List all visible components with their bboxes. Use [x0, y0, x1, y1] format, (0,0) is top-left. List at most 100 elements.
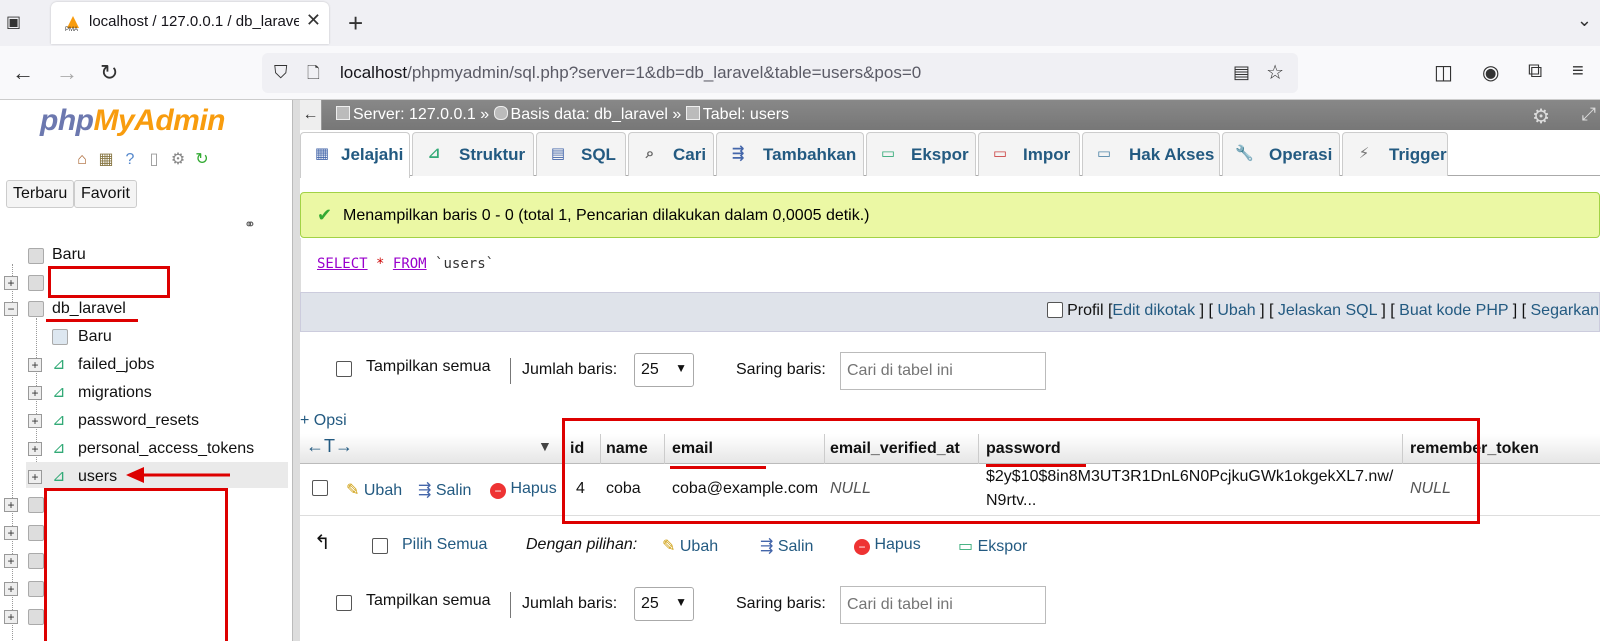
tree-item-db[interactable]: + [2, 578, 44, 602]
tree-item-db[interactable]: + [2, 550, 44, 574]
expand-icon[interactable]: + [28, 358, 42, 372]
browser-tab[interactable]: PMA localhost / 127.0.0.1 / db_laravel ✕ [51, 2, 329, 44]
account-icon[interactable]: ◉ [1482, 60, 1499, 85]
options-link[interactable]: + Opsi [300, 412, 347, 430]
url-bar[interactable]: ⛉ 🗋 localhost/phpmyadmin/sql.php?server=… [262, 53, 1298, 93]
tree-item-table[interactable]: + ⊿ personal_access_tokens [26, 438, 286, 462]
with-selected-label: Dengan pilihan: [526, 536, 638, 553]
column-arrows-icon[interactable]: ←T→ [306, 436, 353, 457]
bulk-delete-button[interactable]: − Hapus [854, 536, 921, 555]
tree-item-table[interactable]: + ⊿ failed_jobs [26, 354, 276, 378]
tab-list-icon[interactable]: ▣ [6, 12, 28, 32]
profiling-checkbox[interactable] [1046, 302, 1063, 318]
expand-icon[interactable]: + [4, 610, 18, 624]
row-copy-button[interactable]: ⇶ Salin [418, 480, 471, 500]
docs-icon[interactable]: ▯ [144, 150, 164, 170]
tree-item-db[interactable]: + [2, 522, 44, 546]
tree-item-table[interactable]: + ⊿ migrations [26, 382, 276, 406]
phpmyadmin-logo[interactable]: phpMyAdmin [40, 104, 225, 138]
filter-rows-input[interactable] [840, 586, 1046, 624]
filter-rows-input[interactable] [840, 352, 1046, 390]
create-php-code-link[interactable]: Buat kode PHP [1399, 302, 1508, 319]
tab-import[interactable]: ▭ Impor [978, 132, 1080, 176]
server-icon [336, 106, 350, 120]
show-all-checkbox[interactable] [336, 361, 352, 377]
trigger-icon: ⚡ [1358, 145, 1370, 162]
tab-operations[interactable]: 🔧 Operasi [1222, 132, 1340, 176]
favorites-button[interactable]: Favorit [74, 180, 137, 208]
breadcrumb-server[interactable]: Server: 127.0.0.1 » [353, 106, 489, 123]
tab-insert[interactable]: ⇶ Tambahkan [716, 132, 864, 176]
row-checkbox[interactable] [312, 480, 328, 496]
close-tab-icon[interactable]: ✕ [306, 10, 321, 31]
tab-structure[interactable]: ⊿ Struktur [412, 132, 534, 176]
new-table-icon [52, 329, 68, 345]
row-delete-button[interactable]: − Hapus [490, 480, 557, 499]
expand-icon[interactable]: + [28, 414, 42, 428]
logout-icon[interactable]: ▦ [96, 150, 116, 170]
explain-sql-link[interactable]: Jelaskan SQL [1278, 302, 1377, 319]
extensions-icon[interactable]: ⧉ [1528, 60, 1542, 83]
divider [510, 592, 511, 618]
tab-export[interactable]: ▭ Ekspor [866, 132, 976, 176]
show-all-label[interactable]: Tampilkan semua [366, 358, 491, 376]
expand-icon[interactable]: ⤢ [1582, 104, 1596, 125]
show-all-label[interactable]: Tampilkan semua [366, 592, 491, 610]
new-tab-icon[interactable]: + [348, 8, 363, 39]
url-text[interactable]: localhost/phpmyadmin/sql.php?server=1&db… [340, 63, 921, 83]
gear-icon[interactable]: ⚙ [1532, 104, 1550, 129]
expand-icon[interactable]: + [28, 470, 42, 484]
forward-icon[interactable]: → [56, 60, 78, 86]
expand-icon[interactable]: + [28, 386, 42, 400]
tab-privileges[interactable]: ▭ Hak Akses [1082, 132, 1220, 176]
rows-select[interactable]: 25 ▼ [634, 353, 694, 387]
select-all-label[interactable]: Pilih Semua [402, 536, 487, 554]
expand-icon[interactable]: + [4, 498, 18, 512]
breadcrumb-table[interactable]: Tabel: users [703, 106, 789, 123]
reader-view-icon[interactable]: ▤ [1233, 62, 1250, 83]
home-icon[interactable]: ⌂ [72, 150, 92, 170]
tree-item-db[interactable]: + [2, 606, 44, 630]
tab-sql[interactable]: ▤ SQL [536, 132, 626, 176]
refresh-link[interactable]: Segarkan [1531, 302, 1600, 319]
gear-icon[interactable]: ⚙ [168, 150, 188, 170]
edit-link[interactable]: Ubah [1217, 302, 1255, 319]
menu-icon[interactable]: ≡ [1572, 60, 1584, 83]
back-icon[interactable]: ← [12, 60, 34, 86]
collapse-sidebar-icon[interactable]: ← [300, 100, 322, 130]
reload-icon[interactable]: ↻ [100, 60, 118, 86]
sidebar-resizer[interactable] [292, 100, 300, 641]
sort-dropdown-icon[interactable]: ▼ [538, 438, 552, 454]
tree-item-table[interactable]: + ⊿ password_resets [26, 410, 276, 434]
expand-icon[interactable]: + [4, 554, 18, 568]
expand-icon[interactable]: + [4, 582, 18, 596]
pocket-icon[interactable]: ◫ [1434, 60, 1453, 85]
refresh-icon[interactable]: ↻ [192, 150, 212, 170]
tree-item-db[interactable]: + [2, 494, 44, 518]
expand-icon[interactable]: + [4, 526, 18, 540]
show-all-checkbox[interactable] [336, 595, 352, 611]
expand-icon[interactable]: + [4, 276, 18, 290]
expand-icon[interactable]: + [28, 442, 42, 456]
edit-inline-link[interactable]: Edit dikotak [1112, 302, 1195, 319]
row-edit-button[interactable]: ✎ Ubah [346, 480, 402, 500]
bulk-edit-button[interactable]: ✎ Ubah [662, 536, 718, 556]
tree-item-db[interactable]: + [2, 272, 44, 296]
bulk-export-button[interactable]: ▭ Ekspor [958, 536, 1027, 556]
link-icon[interactable]: ⚭ [244, 216, 256, 233]
recent-button[interactable]: Terbaru [6, 180, 75, 208]
shield-icon[interactable]: ⛉ [274, 62, 288, 83]
tab-triggers[interactable]: ⚡ Trigger [1342, 132, 1448, 176]
sql-query[interactable]: SELECT * FROM `users` [317, 256, 494, 272]
tab-browse[interactable]: ▦ Jelajahi [300, 132, 410, 178]
breadcrumb-database[interactable]: Basis data: db_laravel » [511, 106, 682, 123]
tab-search[interactable]: ⌕ Cari [628, 132, 714, 176]
select-all-checkbox[interactable] [372, 538, 388, 554]
chevron-down-icon[interactable]: ⌄ [1577, 10, 1592, 31]
rows-select[interactable]: 25 ▼ [634, 587, 694, 621]
collapse-icon[interactable]: − [4, 302, 18, 316]
page-icon[interactable]: 🗋 [307, 62, 320, 89]
bookmark-star-icon[interactable]: ☆ [1266, 60, 1284, 85]
help-icon[interactable]: ? [120, 150, 140, 170]
bulk-copy-button[interactable]: ⇶ Salin [760, 536, 813, 556]
